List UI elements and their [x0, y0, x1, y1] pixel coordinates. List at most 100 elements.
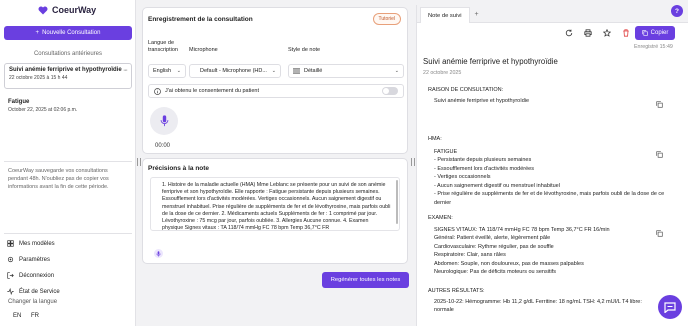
regenerate-notes-button[interactable]: Regénérer toutes les notes [322, 272, 409, 288]
section-heading: HMA: [428, 136, 442, 142]
scrollbar[interactable] [396, 180, 398, 224]
precisions-text: 1. Histoire de la maladie actuelle (HMA)… [162, 182, 391, 231]
section-exam: EXAMEN: SIGNES VITAUX: TA 118/74 mmHg FC… [428, 214, 668, 277]
resize-handle[interactable] [137, 158, 141, 166]
activity-icon [7, 288, 14, 295]
menu-label: Déconnexion [19, 272, 55, 279]
sparkle-icon[interactable] [154, 249, 163, 258]
list-item: - Essoufflement lors d'activités modérée… [434, 165, 534, 172]
tab-note-de-suivi[interactable]: Note de suivi [420, 7, 470, 23]
consultation-date: October 22, 2025 at 02:06 p.m. [8, 107, 78, 113]
menu-service-status[interactable]: État de Service [7, 288, 60, 295]
star-icon[interactable] [603, 29, 611, 37]
help-button[interactable]: ? [671, 5, 683, 17]
note-date: 22 octobre 2025 [423, 70, 462, 76]
print-icon[interactable] [584, 29, 592, 37]
consultation-item[interactable]: Fatigue October 22, 2025 at 02:06 p.m. [4, 96, 132, 118]
chevron-down-icon: ⌄ [394, 68, 399, 74]
refresh-icon[interactable] [565, 29, 573, 37]
copy-icon [641, 30, 648, 36]
transcription-language-select[interactable]: English ⌄ [148, 64, 186, 78]
list-item: Respiratoire: Clair, sans râles [434, 252, 506, 258]
select-value: Détaillé [304, 68, 323, 74]
section-reason: RAISON DE CONSULTATION: Suivi anémie fer… [428, 86, 668, 105]
record-button[interactable] [150, 107, 178, 135]
save-notice: CoeurWay sauvegarde vos consultations pe… [8, 168, 109, 190]
select-value: English [153, 68, 172, 74]
new-consultation-label: Nouvelle Consultation [42, 30, 101, 36]
precisions-panel: Précisions à la note 1. Histoire de la m… [142, 158, 408, 264]
consent-label: J'ai obtenu le consentement du patient [165, 88, 260, 94]
more-options-icon[interactable]: ··· [123, 67, 128, 74]
list-item: SIGNES VITAUX: TA 118/74 mmHg FC 78 bpm … [434, 226, 610, 233]
copy-label: Copier [650, 30, 669, 36]
consultation-title: Suivi anémie ferriprive et hypothyroïdie [9, 67, 122, 73]
menu-templates[interactable]: Mes modèles [7, 240, 55, 247]
saved-status: Enregistré 15:49 [634, 44, 673, 50]
app-logo[interactable]: CoeurWay [38, 5, 96, 15]
section-heading: AUTRES RÉSULTATS: [428, 288, 485, 294]
heart-logo-icon [38, 6, 48, 14]
trash-icon[interactable] [622, 29, 630, 37]
recording-timer: 00:00 [155, 143, 171, 149]
section-other-results: AUTRES RÉSULTATS: 2025-10-22: Hémogramme… [428, 287, 660, 315]
gear-icon [7, 256, 14, 263]
microphone-label: Microphone [189, 47, 218, 53]
select-value: Default - Microphone (HD... [200, 68, 267, 74]
list-item: Général: Patient éveillé, alerte, légère… [434, 235, 551, 241]
previous-consultations-title: Consultations antérieures [33, 51, 103, 57]
copy-section-icon[interactable] [656, 151, 663, 158]
menu-label: Mes modèles [19, 240, 55, 247]
divider [4, 233, 132, 234]
add-tab-button[interactable]: + [471, 9, 482, 20]
menu-label: État de Service [19, 288, 60, 295]
lang-fr[interactable]: FR [31, 313, 39, 319]
lang-en[interactable]: EN [13, 313, 21, 319]
menu-logout[interactable]: Déconnexion [7, 272, 54, 279]
list-item: - Aucun saignement digestif ou menstruel… [434, 182, 560, 189]
resize-handle[interactable] [411, 158, 415, 166]
app-name: CoeurWay [52, 5, 97, 15]
consultation-title: Fatigue [8, 99, 30, 105]
patient-consent-row[interactable]: J'ai obtenu le consentement du patient [148, 84, 404, 98]
section-subheading: FATIGUE [434, 148, 458, 155]
templates-icon [7, 240, 14, 247]
chat-icon [664, 301, 676, 313]
section-hma: HMA: FATIGUE - Persistante depuis plusie… [428, 135, 668, 207]
copy-section-icon[interactable] [656, 101, 663, 108]
list-item: - Persistante depuis plusieurs semaines [434, 157, 532, 163]
note-tabs: Note de suivi + [417, 5, 688, 23]
new-consultation-button[interactable]: + Nouvelle Consultation [4, 26, 132, 40]
consent-toggle[interactable] [382, 87, 398, 95]
sidebar: CoeurWay + Nouvelle Consultation Consult… [0, 0, 136, 326]
consultation-item-active[interactable]: Suivi anémie ferriprive et hypothyroïdie… [4, 63, 132, 89]
copy-section-icon[interactable] [656, 230, 663, 237]
note-title: Suivi anémie ferriprive et hypothyroïdie [423, 57, 558, 66]
list-item: Cardiovasculaire: Rythme régulier, pas d… [434, 243, 554, 250]
consultation-date: 22 octobre 2025 à 15 h 44 [9, 75, 68, 81]
chat-button[interactable] [658, 295, 682, 319]
info-icon [154, 87, 161, 95]
precisions-textarea[interactable]: 1. Histoire de la maladie actuelle (HMA)… [150, 177, 400, 231]
recording-title: Enregistrement de la consultation [148, 16, 253, 23]
section-text: Suivi anémie ferriprive et hypothyroïdie [434, 97, 530, 104]
divider [4, 161, 132, 162]
microphone-select[interactable]: Default - Microphone (HD... ⌄ [189, 64, 281, 78]
mic-small-icon [156, 250, 161, 257]
plus-icon: + [35, 30, 40, 36]
menu-label: Paramètres [19, 256, 51, 263]
menu-settings[interactable]: Paramètres [7, 256, 50, 263]
tutorial-button[interactable]: Tutoriel [372, 13, 401, 25]
list-item: 2025-10-22: Hémogramme: Hb 11,2 g/dL Fer… [434, 298, 642, 314]
section-heading: EXAMEN: [428, 215, 453, 221]
copy-button[interactable]: Copier [635, 26, 675, 40]
note-style-label: Style de note [288, 47, 321, 53]
list-item: Abdomen: Souple, non douloureux, pas de … [434, 260, 584, 267]
precisions-title: Précisions à la note [148, 165, 210, 172]
list-icon [293, 68, 300, 74]
section-heading: RAISON DE CONSULTATION: [428, 87, 504, 93]
microphone-icon [160, 115, 168, 127]
list-item: Neurologique: Pas de déficits moteurs ou… [434, 269, 556, 275]
transcription-language-label: Langue de transcription [148, 40, 178, 53]
note-style-select[interactable]: Détaillé ⌄ [288, 64, 404, 78]
